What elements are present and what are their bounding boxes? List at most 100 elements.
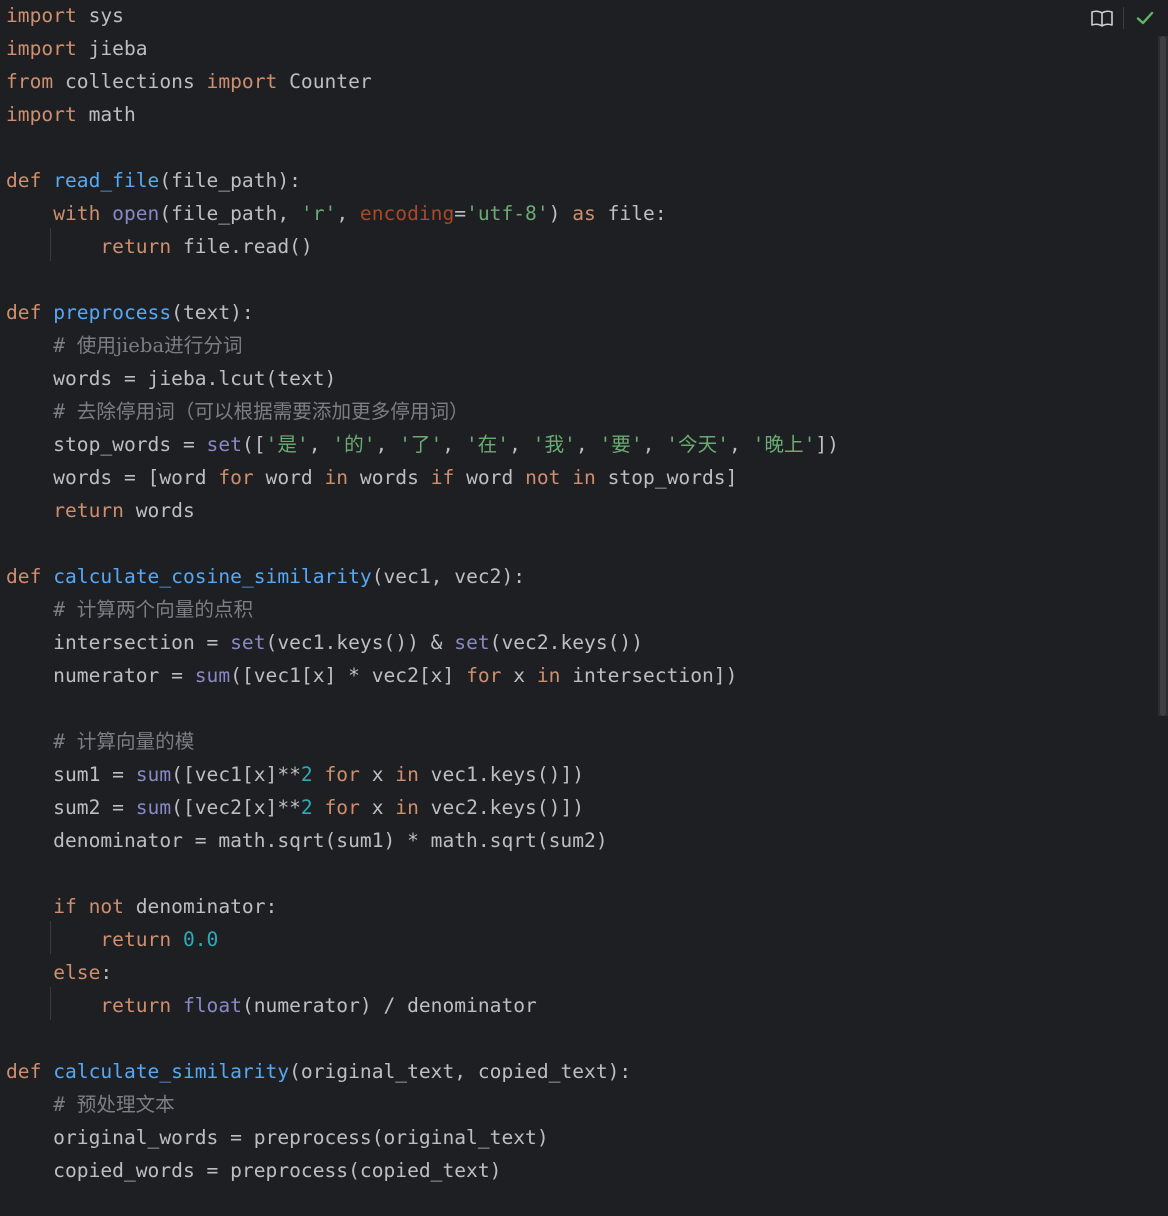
code-line[interactable]: return 0.0 bbox=[6, 923, 839, 956]
code-token: 我 bbox=[544, 433, 565, 456]
code-line[interactable]: # 计算向量的模 bbox=[6, 725, 839, 758]
code-token: def bbox=[6, 1060, 54, 1083]
code-token: , bbox=[642, 433, 667, 456]
editor-toolbar bbox=[1089, 3, 1158, 33]
code-line[interactable]: # 计算两个向量的点积 bbox=[6, 593, 839, 626]
book-open-icon[interactable] bbox=[1089, 5, 1115, 31]
code-token: 的 bbox=[344, 433, 364, 456]
code-line[interactable]: from collections import Counter bbox=[6, 65, 839, 98]
code-line[interactable]: intersection = set(vec1.keys()) & set(ve… bbox=[6, 626, 839, 659]
code-token: 去除停用词（可以根据需要添加更多停用词） bbox=[76, 400, 469, 423]
code-line[interactable]: return float(numerator) / denominator bbox=[6, 989, 839, 1022]
code-token: intersection = bbox=[6, 631, 231, 654]
code-line[interactable] bbox=[6, 1187, 839, 1216]
code-token: 0.0 bbox=[182, 928, 219, 951]
code-line[interactable]: sum2 = sum([vec2[x]**2 for x in vec2.key… bbox=[6, 791, 839, 824]
scrollbar-thumb[interactable] bbox=[1160, 36, 1166, 716]
code-line[interactable] bbox=[6, 857, 839, 890]
code-token: import bbox=[206, 70, 278, 93]
code-token: ' bbox=[532, 433, 545, 456]
code-token: (numerator) / denominator bbox=[241, 994, 537, 1017]
code-line[interactable]: def preprocess(text): bbox=[6, 296, 839, 329]
code-line[interactable] bbox=[6, 1022, 839, 1055]
code-line[interactable]: def calculate_cosine_similarity(vec1, ve… bbox=[6, 560, 839, 593]
code-token: x bbox=[359, 796, 396, 819]
code-token: (file_path, bbox=[159, 202, 301, 225]
code-token: calculate_similarity bbox=[53, 1060, 290, 1083]
code-token: ([ bbox=[241, 433, 266, 456]
code-token: return bbox=[100, 235, 172, 258]
code-line[interactable]: if not denominator: bbox=[6, 890, 839, 923]
code-line[interactable]: copied_words = preprocess(copied_text) bbox=[6, 1154, 839, 1187]
code-token: 计算两个向量的点积 bbox=[76, 598, 254, 621]
code-editor[interactable]: import sys import jieba from collections i… bbox=[0, 0, 1168, 1216]
code-line[interactable]: return file.read() bbox=[6, 230, 839, 263]
toolbar-separator bbox=[1123, 7, 1124, 29]
vertical-scrollbar[interactable] bbox=[1158, 36, 1168, 716]
code-token: set bbox=[230, 631, 266, 654]
code-token: encoding bbox=[359, 202, 455, 225]
code-token: , bbox=[575, 433, 600, 456]
code-line[interactable]: return words bbox=[6, 494, 839, 527]
code-line[interactable]: else: bbox=[6, 956, 839, 989]
code-token: 了 bbox=[410, 433, 431, 456]
code-token: ' bbox=[564, 433, 576, 456]
code-line[interactable]: sum1 = sum([vec1[x]**2 for x in vec1.key… bbox=[6, 758, 839, 791]
code-line[interactable]: numerator = sum([vec1[x] * vec2[x] for x… bbox=[6, 659, 839, 692]
code-token: sum bbox=[135, 796, 172, 819]
code-token: from bbox=[6, 70, 54, 93]
code-line[interactable]: words = jieba.lcut(text) bbox=[6, 362, 839, 395]
code-line[interactable] bbox=[6, 692, 839, 725]
code-token: , bbox=[375, 433, 400, 456]
code-token: 今天 bbox=[678, 433, 718, 456]
code-line[interactable]: original_words = preprocess(original_tex… bbox=[6, 1121, 839, 1154]
code-token: (original_text, copied_text): bbox=[289, 1060, 632, 1083]
code-token: vec1.keys()]) bbox=[418, 763, 585, 786]
code-token: as bbox=[572, 202, 596, 225]
code-line[interactable]: # 使用jieba进行分词 bbox=[6, 329, 839, 362]
code-token: intersection]) bbox=[560, 664, 738, 687]
code-token: file: bbox=[595, 202, 667, 225]
code-line[interactable]: def calculate_similarity(original_text, … bbox=[6, 1055, 839, 1088]
code-token: math bbox=[76, 103, 136, 126]
code-line[interactable]: denominator = math.sqrt(sum1) * math.sqr… bbox=[6, 824, 839, 857]
code-token: preprocess bbox=[53, 301, 172, 324]
code-line[interactable]: with open(file_path, 'r', encoding='utf-… bbox=[6, 197, 839, 230]
code-token: , bbox=[308, 433, 333, 456]
code-token: ([vec1[x] * vec2[x] bbox=[230, 664, 467, 687]
code-token: ' bbox=[265, 433, 278, 456]
code-line[interactable] bbox=[6, 263, 839, 296]
code-token: ([vec2[x]** bbox=[171, 796, 301, 819]
code-token: numerator = bbox=[6, 664, 195, 687]
code-token: ' bbox=[399, 433, 411, 456]
code-line[interactable] bbox=[6, 131, 839, 164]
code-line[interactable]: stop_words = set(['是', '的', '了', '在', '我… bbox=[6, 428, 839, 461]
code-token: copied_words = preprocess(copied_text) bbox=[6, 1159, 502, 1182]
code-line[interactable]: import jieba bbox=[6, 32, 839, 65]
code-token: jieba bbox=[76, 37, 148, 60]
code-line[interactable]: # 预处理文本 bbox=[6, 1088, 839, 1121]
code-line[interactable]: import sys bbox=[6, 0, 839, 32]
code-token: def bbox=[6, 301, 54, 324]
code-text[interactable]: import sys import jieba from collections i… bbox=[6, 0, 839, 1216]
code-token: ' bbox=[430, 433, 443, 456]
code-token: words bbox=[348, 466, 431, 489]
code-line[interactable] bbox=[6, 527, 839, 560]
checkmark-icon[interactable] bbox=[1132, 5, 1158, 31]
code-token: word bbox=[253, 466, 325, 489]
code-token: Counter bbox=[277, 70, 372, 93]
code-token: def bbox=[6, 169, 54, 192]
code-line[interactable]: import math bbox=[6, 98, 839, 131]
code-line[interactable]: # 去除停用词（可以根据需要添加更多停用词） bbox=[6, 395, 839, 428]
code-line[interactable]: def read_file(file_path): bbox=[6, 164, 839, 197]
code-line[interactable]: words = [word for word in words if word … bbox=[6, 461, 839, 494]
code-token: for bbox=[218, 466, 254, 489]
